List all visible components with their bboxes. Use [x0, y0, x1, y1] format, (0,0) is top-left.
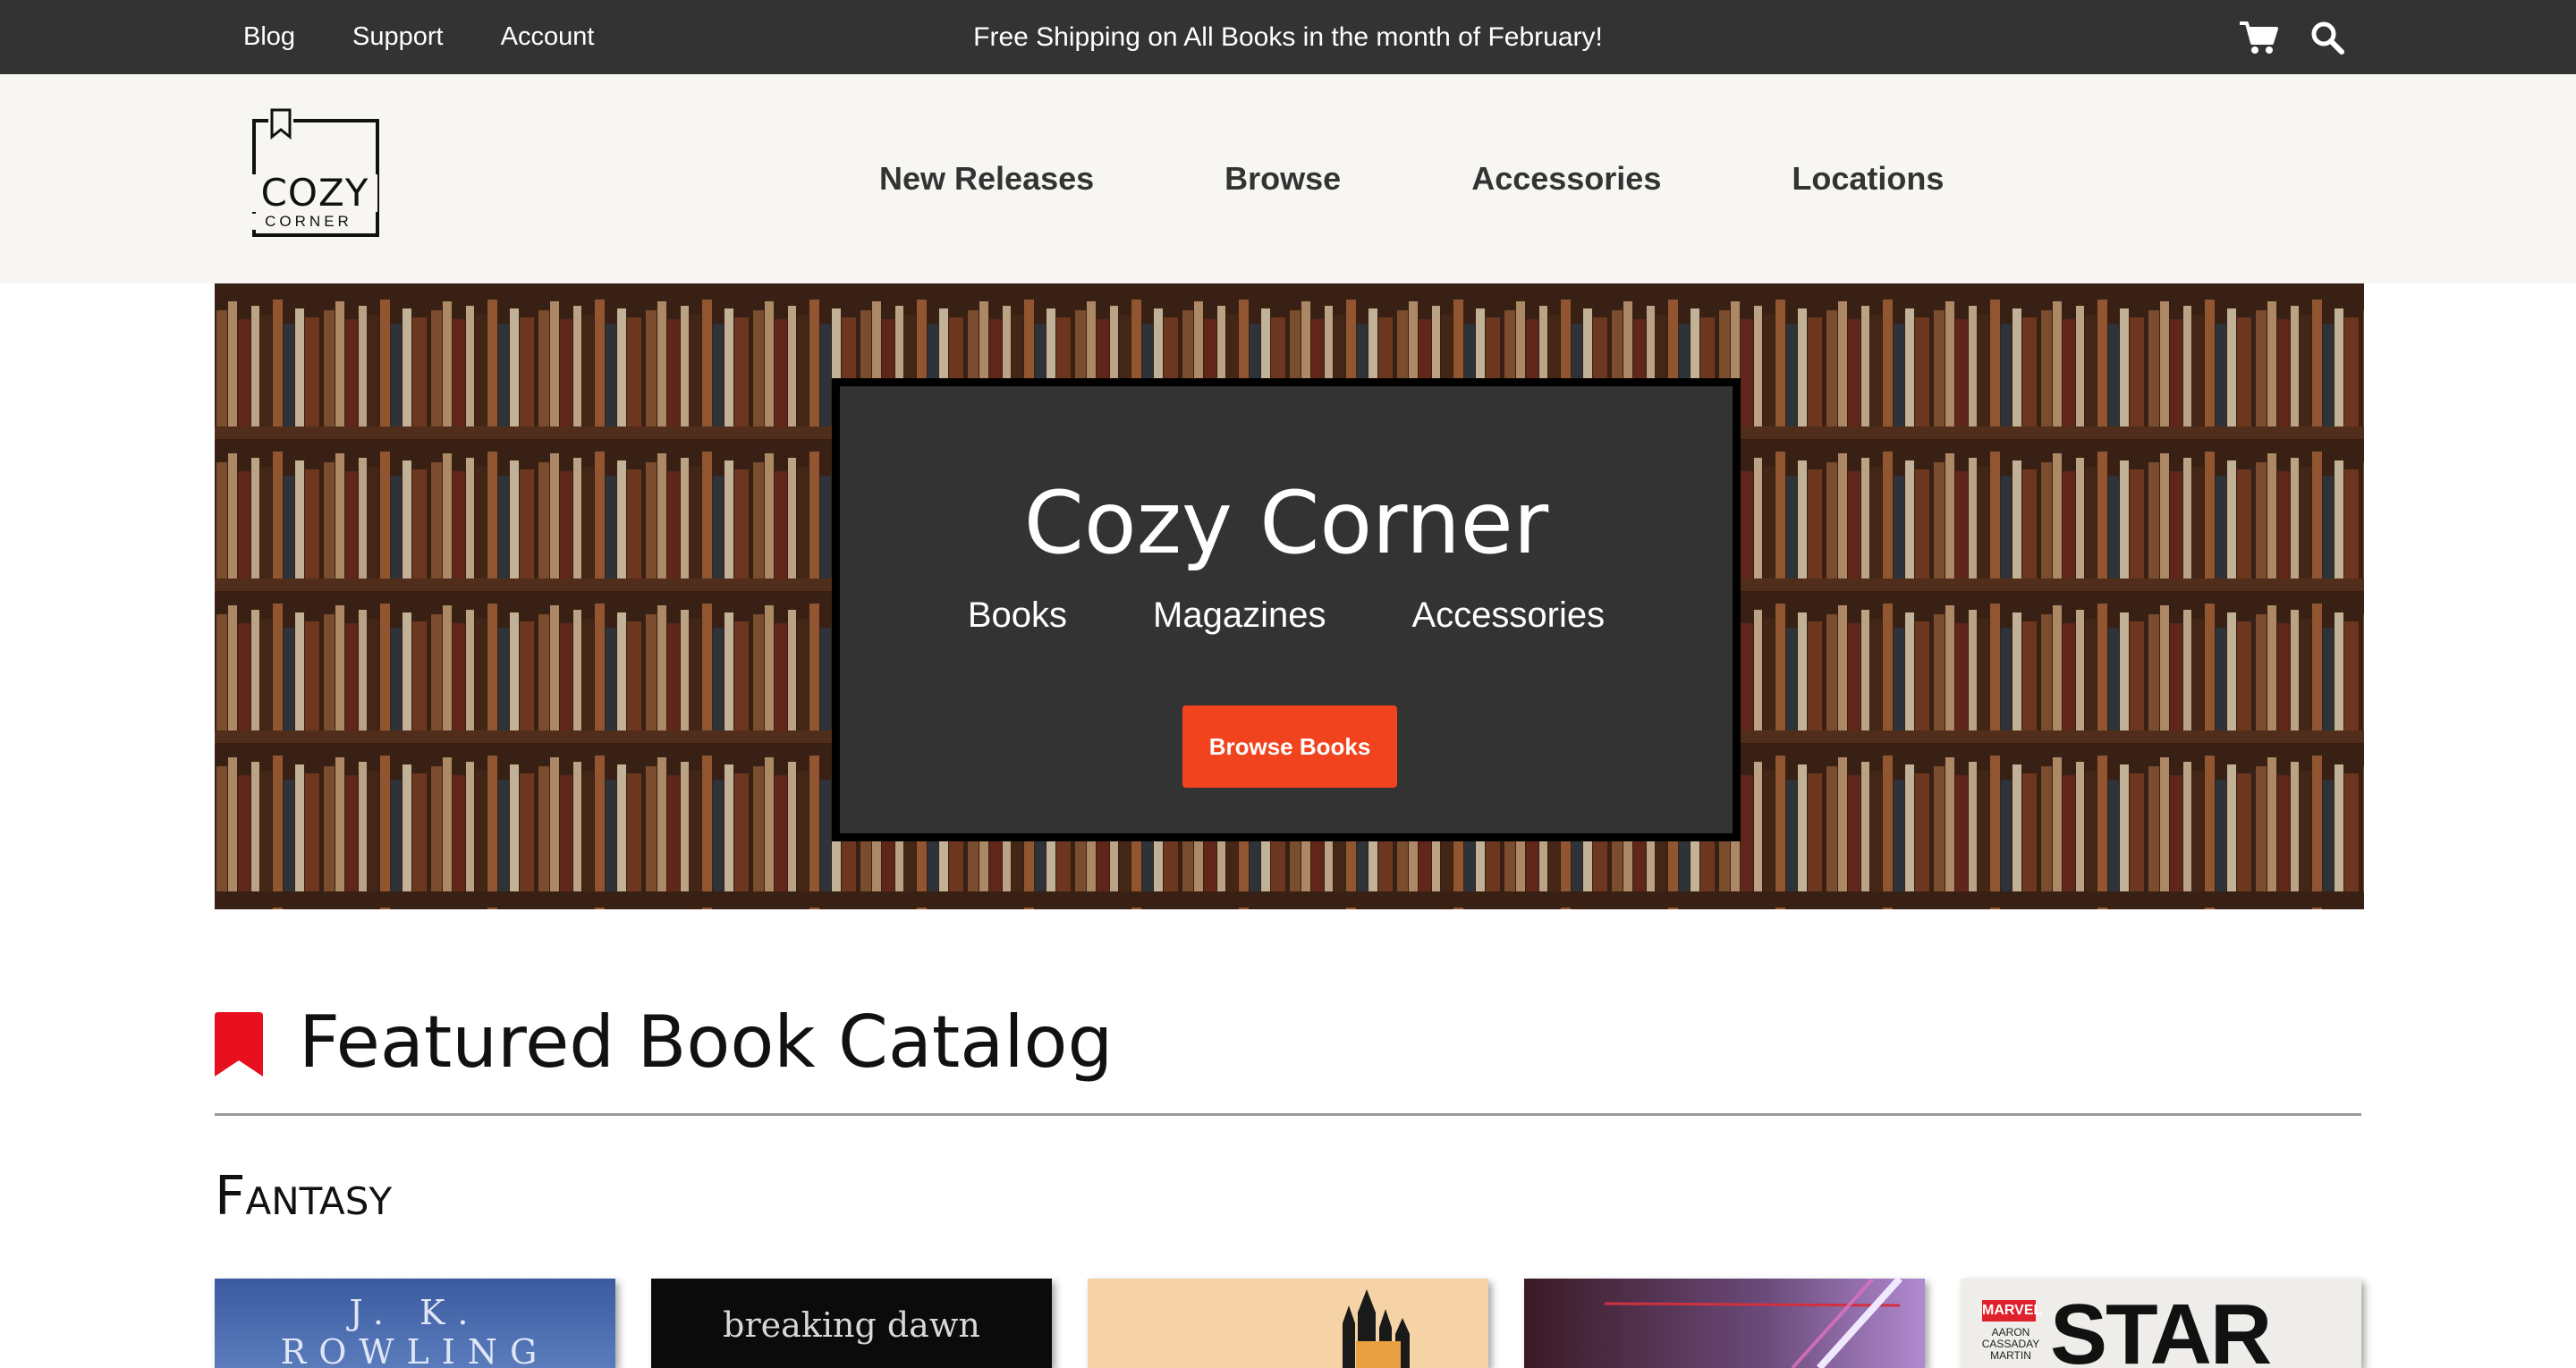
nav-accessories[interactable]: Accessories: [1471, 160, 1661, 198]
top-icons: [2238, 0, 2345, 74]
promo-text: Free Shipping on All Books in the month …: [973, 22, 1603, 52]
cart-icon[interactable]: [2238, 20, 2279, 55]
section-divider: [215, 1113, 2361, 1116]
browse-books-button[interactable]: Browse Books: [1182, 705, 1397, 788]
book-card[interactable]: MARVEL AARON CASSADAY MARTIN STAR: [1961, 1279, 2361, 1368]
hero-link-magazines[interactable]: Magazines: [1153, 595, 1326, 636]
book-cover-text: breaking dawn: [723, 1305, 980, 1345]
nav-locations[interactable]: Locations: [1792, 160, 1944, 198]
nav-menu: New Releases Browse Accessories Location…: [879, 74, 1944, 283]
blog-link[interactable]: Blog: [243, 22, 295, 52]
book-cover-text: STAR: [2050, 1287, 2272, 1368]
main-nav: COZY CORNER New Releases Browse Accessor…: [0, 74, 2576, 283]
book-cover-text: J. K. ROWLING: [280, 1293, 550, 1368]
account-link[interactable]: Account: [501, 22, 595, 52]
nav-new-releases[interactable]: New Releases: [879, 160, 1094, 198]
hero-banner: Cozy Corner Books Magazines Accessories …: [215, 283, 2364, 909]
book-card[interactable]: [1524, 1279, 1925, 1368]
hero-link-accessories[interactable]: Accessories: [1411, 595, 1605, 636]
logo[interactable]: COZY CORNER: [242, 108, 388, 239]
top-links: Blog Support Account: [243, 0, 594, 74]
hero-links: Books Magazines Accessories: [840, 595, 1733, 636]
book-authors: AARON CASSADAY MARTIN: [1981, 1326, 2040, 1362]
support-link[interactable]: Support: [352, 22, 444, 52]
top-bar: Blog Support Account Free Shipping on Al…: [0, 0, 2576, 74]
castle-cover-art: [1343, 1289, 1410, 1368]
hero-link-books[interactable]: Books: [968, 595, 1067, 636]
publisher-badge: MARVEL: [1982, 1300, 2042, 1322]
genre-heading: Fantasy: [215, 1165, 393, 1228]
bookmark-logo-icon: [268, 108, 293, 140]
book-card[interactable]: [1088, 1279, 1488, 1368]
book-card[interactable]: breaking dawn: [651, 1279, 1052, 1368]
bookmark-icon: [215, 1012, 263, 1077]
nav-browse[interactable]: Browse: [1224, 160, 1341, 198]
hero-card: Cozy Corner Books Magazines Accessories …: [832, 378, 1741, 841]
book-card[interactable]: J. K. ROWLING: [215, 1279, 615, 1368]
lightsaber-cover-art: [1604, 1279, 1902, 1368]
search-icon[interactable]: [2309, 20, 2345, 55]
section-title: Featured Book Catalog: [299, 1001, 1114, 1084]
logo-text-cozy: COZY: [252, 174, 377, 212]
book-row: J. K. ROWLING breaking dawn MARVEL AARON…: [215, 1279, 2363, 1368]
hero-title: Cozy Corner: [1023, 473, 1549, 573]
logo-text-corner: CORNER: [252, 214, 365, 230]
